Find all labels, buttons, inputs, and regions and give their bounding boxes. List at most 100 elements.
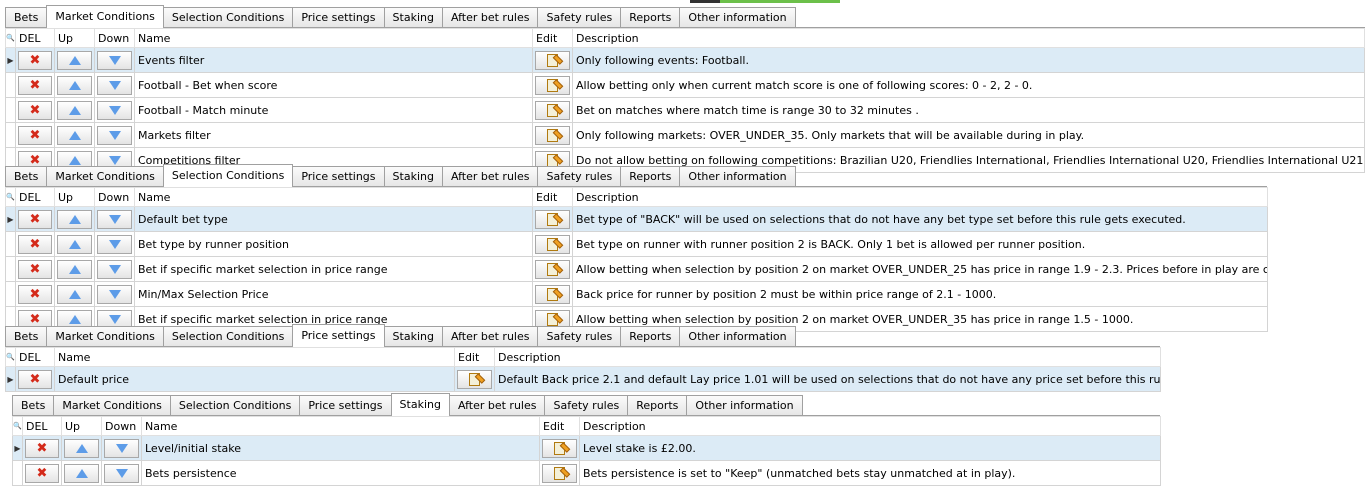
tab-reports[interactable]: Reports — [620, 7, 681, 27]
tab-staking[interactable]: Staking — [383, 326, 443, 346]
delete-button[interactable]: ✖ — [18, 259, 52, 279]
move-up-button[interactable] — [57, 234, 92, 254]
edit-button[interactable] — [535, 234, 570, 254]
tab-safety-rules[interactable]: Safety rules — [544, 395, 629, 415]
move-down-button[interactable] — [97, 75, 132, 95]
move-down-button[interactable] — [97, 284, 132, 304]
delete-button[interactable]: ✖ — [25, 438, 59, 458]
tab-market-conditions[interactable]: Market Conditions — [46, 166, 164, 186]
tab-after-bet-rules[interactable]: After bet rules — [441, 7, 539, 27]
tab-reports[interactable]: Reports — [620, 326, 681, 346]
rule-row[interactable]: ▶ ✖ Events filter Only following events: Fo… — [5, 47, 1365, 73]
col-header-description[interactable]: Description — [572, 28, 1365, 48]
move-down-button[interactable] — [97, 234, 132, 254]
tab-price-settings[interactable]: Price settings — [299, 395, 392, 415]
rule-row[interactable]: ✖ Football - Bet when score Allow betting … — [5, 72, 1365, 98]
tab-bets[interactable]: Bets — [12, 395, 55, 415]
tab-other-information[interactable]: Other information — [686, 395, 803, 415]
edit-button[interactable] — [535, 125, 570, 145]
tab-after-bet-rules[interactable]: After bet rules — [441, 166, 539, 186]
tab-price-settings[interactable]: Price settings — [292, 166, 385, 186]
rule-row[interactable]: ▶ ✖ Default price Default Back price 2.1 an… — [5, 366, 1161, 392]
delete-button[interactable]: ✖ — [18, 75, 52, 95]
rule-row[interactable]: ✖ Bet type by runner position Bet type on … — [5, 231, 1268, 257]
delete-button[interactable]: ✖ — [18, 284, 52, 304]
move-up-button[interactable] — [57, 209, 92, 229]
edit-button[interactable] — [535, 50, 570, 70]
search-icon[interactable]: 🔍 — [5, 347, 16, 367]
move-up-button[interactable] — [64, 438, 99, 458]
tab-after-bet-rules[interactable]: After bet rules — [448, 395, 546, 415]
delete-button[interactable]: ✖ — [25, 463, 59, 483]
delete-button[interactable]: ✖ — [18, 50, 52, 70]
edit-button[interactable] — [457, 369, 492, 389]
edit-button[interactable] — [535, 209, 570, 229]
tab-safety-rules[interactable]: Safety rules — [537, 166, 622, 186]
rule-row[interactable]: ✖ Bet if specific market selection in pri… — [5, 256, 1268, 282]
tab-selection-conditions[interactable]: Selection Conditions — [162, 7, 294, 27]
move-up-button[interactable] — [57, 284, 92, 304]
edit-button[interactable] — [542, 438, 577, 458]
move-down-button[interactable] — [97, 209, 132, 229]
tab-selection-conditions[interactable]: Selection Conditions — [162, 164, 294, 187]
delete-button[interactable]: ✖ — [18, 209, 52, 229]
tab-price-settings[interactable]: Price settings — [292, 7, 385, 27]
delete-button[interactable]: ✖ — [18, 369, 52, 389]
tab-reports[interactable]: Reports — [620, 166, 681, 186]
tab-selection-conditions[interactable]: Selection Conditions — [169, 395, 301, 415]
move-down-button[interactable] — [104, 438, 139, 458]
col-header-name[interactable]: Name — [141, 416, 540, 436]
tab-market-conditions[interactable]: Market Conditions — [53, 395, 171, 415]
tab-staking[interactable]: Staking — [383, 7, 443, 27]
tab-after-bet-rules[interactable]: After bet rules — [441, 326, 539, 346]
delete-button[interactable]: ✖ — [18, 234, 52, 254]
tab-safety-rules[interactable]: Safety rules — [537, 7, 622, 27]
edit-button[interactable] — [535, 259, 570, 279]
col-header-name[interactable]: Name — [134, 187, 533, 207]
search-icon[interactable]: 🔍 — [12, 416, 23, 436]
rule-row[interactable]: ✖ Football - Match minute Bet on matches w… — [5, 97, 1365, 123]
col-header-description[interactable]: Description — [579, 416, 1161, 436]
tab-other-information[interactable]: Other information — [679, 7, 796, 27]
move-up-button[interactable] — [57, 259, 92, 279]
edit-button[interactable] — [535, 75, 570, 95]
col-header-description[interactable]: Description — [572, 187, 1268, 207]
tab-other-information[interactable]: Other information — [679, 326, 796, 346]
move-down-button[interactable] — [97, 100, 132, 120]
rule-row[interactable]: ✖ Bets persistence Bets persistence is set… — [12, 460, 1161, 486]
move-down-button[interactable] — [97, 50, 132, 70]
edit-button[interactable] — [542, 463, 577, 483]
delete-button[interactable]: ✖ — [18, 100, 52, 120]
tab-other-information[interactable]: Other information — [679, 166, 796, 186]
move-up-button[interactable] — [64, 463, 99, 483]
tab-safety-rules[interactable]: Safety rules — [537, 326, 622, 346]
search-icon[interactable]: 🔍 — [5, 187, 16, 207]
tab-bets[interactable]: Bets — [5, 326, 48, 346]
move-down-button[interactable] — [97, 125, 132, 145]
tab-reports[interactable]: Reports — [627, 395, 688, 415]
move-up-button[interactable] — [57, 100, 92, 120]
tab-price-settings[interactable]: Price settings — [292, 324, 385, 347]
delete-button[interactable]: ✖ — [18, 125, 52, 145]
search-icon[interactable]: 🔍 — [5, 28, 16, 48]
rule-row[interactable]: ✖ Markets filter Only following markets: O… — [5, 122, 1365, 148]
edit-button[interactable] — [535, 100, 570, 120]
move-up-button[interactable] — [57, 75, 92, 95]
tab-staking[interactable]: Staking — [390, 393, 450, 416]
tab-bets[interactable]: Bets — [5, 166, 48, 186]
col-header-name[interactable]: Name — [54, 347, 455, 367]
move-up-button[interactable] — [57, 125, 92, 145]
rule-row[interactable]: ✖ Min/Max Selection Price Back price for r… — [5, 281, 1268, 307]
tab-market-conditions[interactable]: Market Conditions — [46, 5, 164, 28]
col-header-description[interactable]: Description — [494, 347, 1161, 367]
tab-bets[interactable]: Bets — [5, 7, 48, 27]
tab-staking[interactable]: Staking — [383, 166, 443, 186]
rule-row[interactable]: ▶ ✖ Default bet type Bet type of "BACK" wil… — [5, 206, 1268, 232]
col-header-name[interactable]: Name — [134, 28, 533, 48]
move-down-button[interactable] — [97, 259, 132, 279]
move-up-button[interactable] — [57, 50, 92, 70]
edit-button[interactable] — [535, 284, 570, 304]
rule-row[interactable]: ▶ ✖ Level/initial stake Level stake is £2.0… — [12, 435, 1161, 461]
tab-selection-conditions[interactable]: Selection Conditions — [162, 326, 294, 346]
move-down-button[interactable] — [104, 463, 139, 483]
